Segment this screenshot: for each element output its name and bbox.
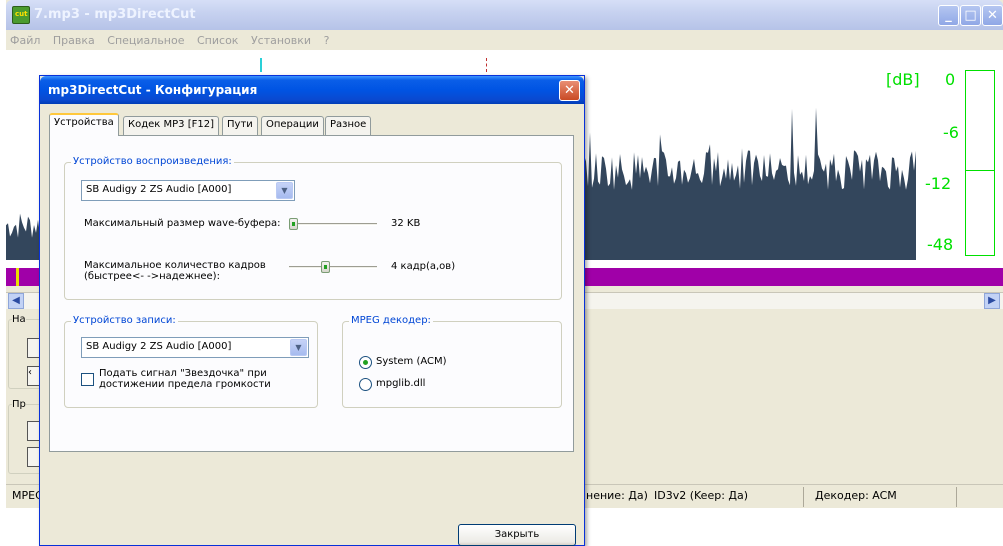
frames-label-line2: (быстрее<- ->надежнее):: [84, 271, 220, 282]
meter-left-channel: [965, 70, 995, 256]
radio-mpglib[interactable]: [359, 378, 372, 391]
tab-operations[interactable]: Операции: [261, 116, 324, 135]
minimize-button[interactable]: _: [938, 5, 959, 26]
tab-page-devices: Устройство воспроизведения: SB Audigy 2 …: [49, 135, 574, 452]
record-device-value: SB Audigy 2 ZS Audio [A000]: [86, 341, 232, 352]
star-signal-label-line2: достижении предела громкости: [99, 379, 271, 390]
meter-divider: [965, 170, 995, 171]
menu-help[interactable]: ?: [324, 34, 330, 47]
buffer-size-label: Максимальный размер wave-буфера:: [84, 218, 281, 229]
radio-system-acm[interactable]: [359, 356, 372, 369]
menu-settings[interactable]: Установки: [251, 34, 311, 47]
dialog-title: mp3DirectCut - Конфигурация: [48, 83, 258, 97]
record-group-title: Устройство записи:: [71, 315, 178, 326]
scroll-right-arrow-icon[interactable]: ▶: [984, 293, 1000, 309]
close-main-button[interactable]: ✕: [982, 5, 1003, 26]
cursor-marker: [260, 58, 262, 72]
frames-slider-thumb[interactable]: [320, 261, 330, 273]
menu-bar: Файл Правка Специальное Список Установки…: [6, 30, 1003, 50]
menu-special[interactable]: Специальное: [107, 34, 184, 47]
playback-device-select[interactable]: SB Audigy 2 ZS Audio [A000] ▼: [81, 180, 295, 201]
meter-level-12: -12: [925, 174, 952, 193]
record-group: Устройство записи: SB Audigy 2 ZS Audio …: [64, 315, 318, 408]
tab-devices[interactable]: Устройства: [49, 113, 119, 136]
radio-mpglib-label: mpglib.dll: [376, 378, 426, 389]
selection-marker: [486, 58, 487, 72]
tab-misc[interactable]: Разное: [325, 116, 372, 135]
left-group-bottom-label: Пр: [12, 399, 26, 410]
buffer-slider-thumb[interactable]: [289, 218, 298, 230]
chevron-down-icon[interactable]: ▼: [276, 182, 293, 199]
db-label: [dB]: [886, 70, 920, 89]
config-dialog: mp3DirectCut - Конфигурация ✕ Устройства…: [39, 75, 585, 546]
menu-file[interactable]: Файл: [10, 34, 40, 47]
star-signal-label-line1: Подать сигнал "Звездочка" при: [99, 368, 267, 379]
dialog-title-bar[interactable]: mp3DirectCut - Конфигурация ✕: [40, 76, 584, 104]
star-signal-checkbox[interactable]: [81, 373, 94, 386]
decoder-group: MPEG декодер: System (ACM) mpglib.dll: [342, 315, 562, 408]
chevron-down-icon[interactable]: ▼: [290, 339, 307, 356]
menu-list[interactable]: Список: [197, 34, 238, 47]
menu-edit[interactable]: Правка: [53, 34, 95, 47]
meter-level-0: 0: [945, 70, 956, 89]
status-decoder: Декодер: ACM: [815, 489, 897, 502]
decoder-group-title: MPEG декодер:: [349, 315, 433, 326]
status-save: нение: Да): [586, 489, 648, 502]
buffer-slider-track[interactable]: [289, 223, 377, 226]
level-meter: [dB] 0 -6 -12 -48: [886, 70, 1001, 260]
playback-device-value: SB Audigy 2 ZS Audio [A000]: [86, 184, 232, 195]
main-window-title: 7.mp3 - mp3DirectCut: [34, 7, 196, 22]
frames-slider-track[interactable]: [289, 266, 377, 269]
dialog-close-icon[interactable]: ✕: [559, 80, 580, 101]
close-button[interactable]: Закрыть: [458, 524, 576, 546]
position-marker: [16, 268, 19, 286]
tab-mp3-codec[interactable]: Кодек MP3 [F12]: [123, 116, 219, 135]
frames-value: 4 кадр(а,ов): [391, 261, 456, 272]
left-group-top-label: На: [12, 314, 26, 325]
meter-level-48: -48: [927, 235, 954, 254]
app-icon: cut: [12, 6, 30, 24]
status-id3: ID3v2 (Keep: Да): [654, 489, 749, 502]
maximize-button[interactable]: □: [960, 5, 981, 26]
tab-paths[interactable]: Пути: [222, 116, 258, 135]
main-title-bar: cut 7.mp3 - mp3DirectCut _ □ ✕: [6, 0, 1003, 30]
status-separator: [803, 487, 804, 507]
record-device-select[interactable]: SB Audigy 2 ZS Audio [A000] ▼: [81, 337, 309, 358]
frames-label-line1: Максимальное количество кадров: [84, 260, 266, 271]
dialog-body: Устройства Кодек MP3 [F12] Пути Операции…: [43, 104, 581, 546]
status-separator: [956, 487, 957, 507]
radio-system-acm-label: System (ACM): [376, 356, 447, 367]
scroll-left-arrow-icon[interactable]: ◀: [8, 293, 24, 309]
playback-group-title: Устройство воспроизведения:: [71, 156, 234, 167]
buffer-size-value: 32 KB: [391, 218, 421, 229]
meter-level-6: -6: [943, 123, 959, 142]
playback-group: Устройство воспроизведения: SB Audigy 2 …: [64, 156, 562, 300]
